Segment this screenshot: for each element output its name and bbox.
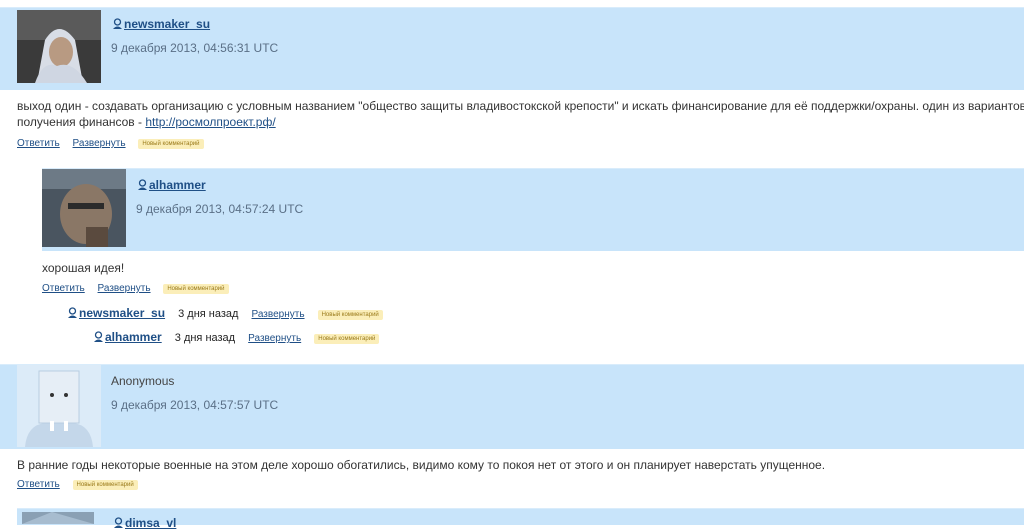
user-icon (137, 179, 148, 191)
user-icon (67, 307, 78, 319)
comment-text: В ранние годы некоторые военные на этом … (17, 458, 826, 472)
expand-link[interactable]: Развернуть (98, 283, 151, 294)
reply-link[interactable]: Ответить (42, 283, 85, 294)
avatar[interactable] (17, 10, 101, 83)
anonymous-name: Anonymous (111, 374, 175, 388)
new-comment-badge: Новый комментарий (72, 480, 138, 490)
new-comment-badge: Новый комментарий (314, 334, 380, 344)
username-link[interactable]: alhammer (105, 330, 162, 344)
reply-link[interactable]: Ответить (17, 138, 60, 149)
collapsed-comment: newsmaker_su 3 дня назад Развернуть Новы… (67, 306, 383, 320)
comment-date: 9 декабря 2013, 04:56:31 UTC (111, 41, 279, 55)
avatar[interactable] (17, 365, 101, 447)
comment-date: 9 декабря 2013, 04:57:57 UTC (111, 398, 279, 412)
username-link[interactable]: dimsa_vl (113, 516, 176, 530)
expand-link[interactable]: Развернуть (73, 138, 126, 149)
username-link[interactable]: alhammer (137, 178, 206, 192)
user-icon (113, 517, 124, 529)
user-icon (112, 18, 123, 30)
relative-time: 3 дня назад (174, 332, 236, 344)
comment-date: 9 декабря 2013, 04:57:24 UTC (136, 202, 304, 216)
reply-link[interactable]: Ответить (17, 479, 60, 490)
collapsed-comment: alhammer 3 дня назад Развернуть Новый ко… (93, 330, 380, 344)
avatar[interactable] (42, 169, 126, 247)
expand-link[interactable]: Развернуть (248, 333, 301, 344)
comment-actions: Ответить Развернуть Новый комментарий (17, 138, 204, 149)
username-link[interactable]: newsmaker_su (112, 17, 210, 31)
new-comment-badge: Новый комментарий (163, 284, 229, 294)
comment-text: выход один - создавать организацию с усл… (17, 99, 1024, 129)
username-link[interactable]: newsmaker_su (79, 306, 165, 320)
comment-text: хорошая идея! (42, 261, 125, 275)
comment-actions: Ответить Новый комментарий (17, 479, 138, 490)
new-comment-badge: Новый комментарий (138, 139, 204, 149)
avatar[interactable] (22, 512, 94, 524)
relative-time: 3 дня назад (178, 308, 239, 320)
expand-link[interactable]: Развернуть (252, 309, 305, 320)
new-comment-badge: Новый комментарий (317, 310, 383, 320)
link[interactable]: http://росмолпроект.рф/ (145, 115, 275, 129)
comment-actions: Ответить Развернуть Новый комментарий (42, 283, 229, 294)
user-icon (93, 331, 104, 343)
